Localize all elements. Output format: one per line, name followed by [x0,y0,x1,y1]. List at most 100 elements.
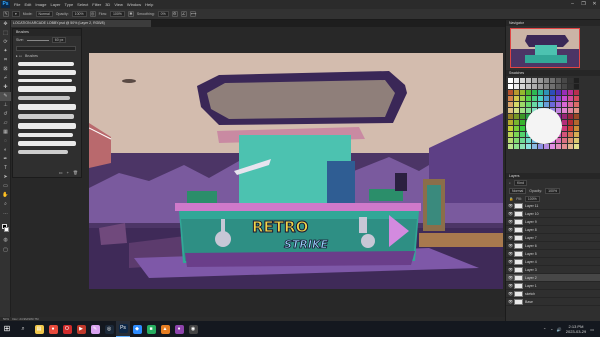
color-swatch[interactable] [568,126,573,131]
opacity-field[interactable]: 100% [71,11,87,17]
brush-preset[interactable] [18,104,76,110]
layer-row[interactable]: 👁 Layer 10 [506,210,600,218]
menu-filter[interactable]: Filter [90,2,103,7]
color-swatch[interactable] [544,102,549,107]
brush-group[interactable]: ▸ ▭ Brushes [13,52,81,60]
color-swatch[interactable] [514,132,519,137]
color-palette-grid[interactable] [506,76,600,172]
color-swatch[interactable] [514,144,519,149]
color-swatch[interactable] [574,102,579,107]
lock-icon[interactable]: 🔒 [509,197,513,201]
layer-row[interactable]: 👁 Layer 2 [506,274,600,282]
color-swatch[interactable] [568,120,573,125]
eye-icon[interactable]: 👁 [508,299,513,304]
eye-icon[interactable]: 👁 [508,259,513,264]
color-swatch[interactable] [508,78,513,83]
brush-tool-icon[interactable]: ✎ [3,11,9,17]
pressure-opacity-icon[interactable]: ◎ [89,11,96,17]
color-swatch[interactable] [574,144,579,149]
color-swatch[interactable] [526,108,531,113]
color-swatch[interactable] [562,96,567,101]
color-swatch[interactable] [520,120,525,125]
frame-tool-icon[interactable]: ⊠ [0,65,11,74]
shape-tool-icon[interactable]: ▭ [0,182,11,191]
brush-preset[interactable] [18,150,68,154]
color-swatch[interactable] [568,132,573,137]
navigator-thumbnail[interactable] [510,28,580,68]
chrome-taskbar-button[interactable]: ● [46,321,60,337]
brush-preset[interactable] [18,70,76,75]
color-swatch[interactable] [556,102,561,107]
more-tools-icon[interactable]: … [0,209,11,218]
color-swatch[interactable] [568,108,573,113]
color-swatch[interactable] [520,132,525,137]
color-swatch[interactable] [514,102,519,107]
smoothing-field[interactable]: 0% [157,11,169,17]
color-swatch[interactable] [568,78,573,83]
file-explorer-taskbar-button[interactable]: ▤ [32,321,46,337]
layer-row[interactable]: 👁 Layer 1 [506,282,600,290]
clip-studio-taskbar-button[interactable]: ✎ [88,321,102,337]
color-swatch[interactable] [526,84,531,89]
network-icon[interactable]: ◔ [550,327,552,332]
brush-search-input[interactable] [16,45,76,51]
maximize-button[interactable]: ❐ [578,0,589,9]
color-swatch[interactable] [526,144,531,149]
menu-view[interactable]: View [112,2,125,7]
color-swatch[interactable] [538,90,543,95]
color-swatch[interactable] [532,84,537,89]
color-swatch[interactable] [514,126,519,131]
windows-start-icon[interactable]: ⊞ [0,321,14,337]
menu-image[interactable]: Image [33,2,48,7]
eraser-tool-icon[interactable]: ▱ [0,119,11,128]
search-icon[interactable]: ⌕ [14,321,32,337]
color-swatch[interactable] [520,96,525,101]
size-field[interactable]: 60 px [51,37,67,43]
color-swatch[interactable] [538,84,543,89]
color-swatch[interactable] [508,84,513,89]
color-swatch[interactable] [550,78,555,83]
color-swatch[interactable] [568,96,573,101]
marquee-tool-icon[interactable]: ⬚ [0,29,11,38]
color-swatch[interactable] [568,90,573,95]
symmetry-icon[interactable]: ⟷ [189,11,196,17]
eye-icon[interactable]: 👁 [508,291,513,296]
color-swatch[interactable] [520,114,525,119]
color-swatch[interactable] [556,84,561,89]
menu-layer[interactable]: Layer [48,2,62,7]
menu-window[interactable]: Window [125,2,143,7]
zoom-tool-icon[interactable]: ⌕ [0,200,11,209]
new-group-icon[interactable]: ▭ [59,170,63,175]
opera-taskbar-button[interactable]: O [60,321,74,337]
color-swatch[interactable] [574,132,579,137]
color-swatch[interactable] [568,138,573,143]
color-swatch[interactable] [514,84,519,89]
layer-row[interactable]: 👁 Base [506,298,600,306]
color-swatch[interactable] [544,144,549,149]
clock[interactable]: 2:13 PM 2023-03-29 [566,324,586,334]
brushes-panel-title[interactable]: Brushes [13,29,81,36]
angle-icon[interactable]: ∠ [180,11,187,17]
layer-row[interactable]: 👁 sketch [506,290,600,298]
color-swatch[interactable] [514,138,519,143]
color-swatch[interactable] [508,90,513,95]
layer-row[interactable]: 👁 Layer 4 [506,258,600,266]
color-swatch[interactable] [562,132,567,137]
eye-icon[interactable]: 👁 [508,227,513,232]
color-swatch[interactable] [568,114,573,119]
color-swatch[interactable] [556,138,561,143]
color-swatch[interactable] [514,120,519,125]
brush-preset[interactable] [18,79,72,82]
eye-icon[interactable]: 👁 [508,267,513,272]
photoshop-taskbar-button[interactable]: Ps [116,321,130,337]
color-swatch[interactable] [514,90,519,95]
layer-opacity-field[interactable]: 100% [545,188,561,194]
color-swatch[interactable] [550,84,555,89]
background-color-swatch[interactable] [4,227,9,232]
clone-stamp-tool-icon[interactable]: ⊥ [0,101,11,110]
color-swatch[interactable] [508,132,513,137]
layer-kind-filter[interactable]: Kind [513,180,527,186]
color-swatch[interactable] [526,102,531,107]
app-orange-taskbar-button[interactable]: ▲ [158,321,172,337]
quick-select-tool-icon[interactable]: ✦ [0,47,11,56]
